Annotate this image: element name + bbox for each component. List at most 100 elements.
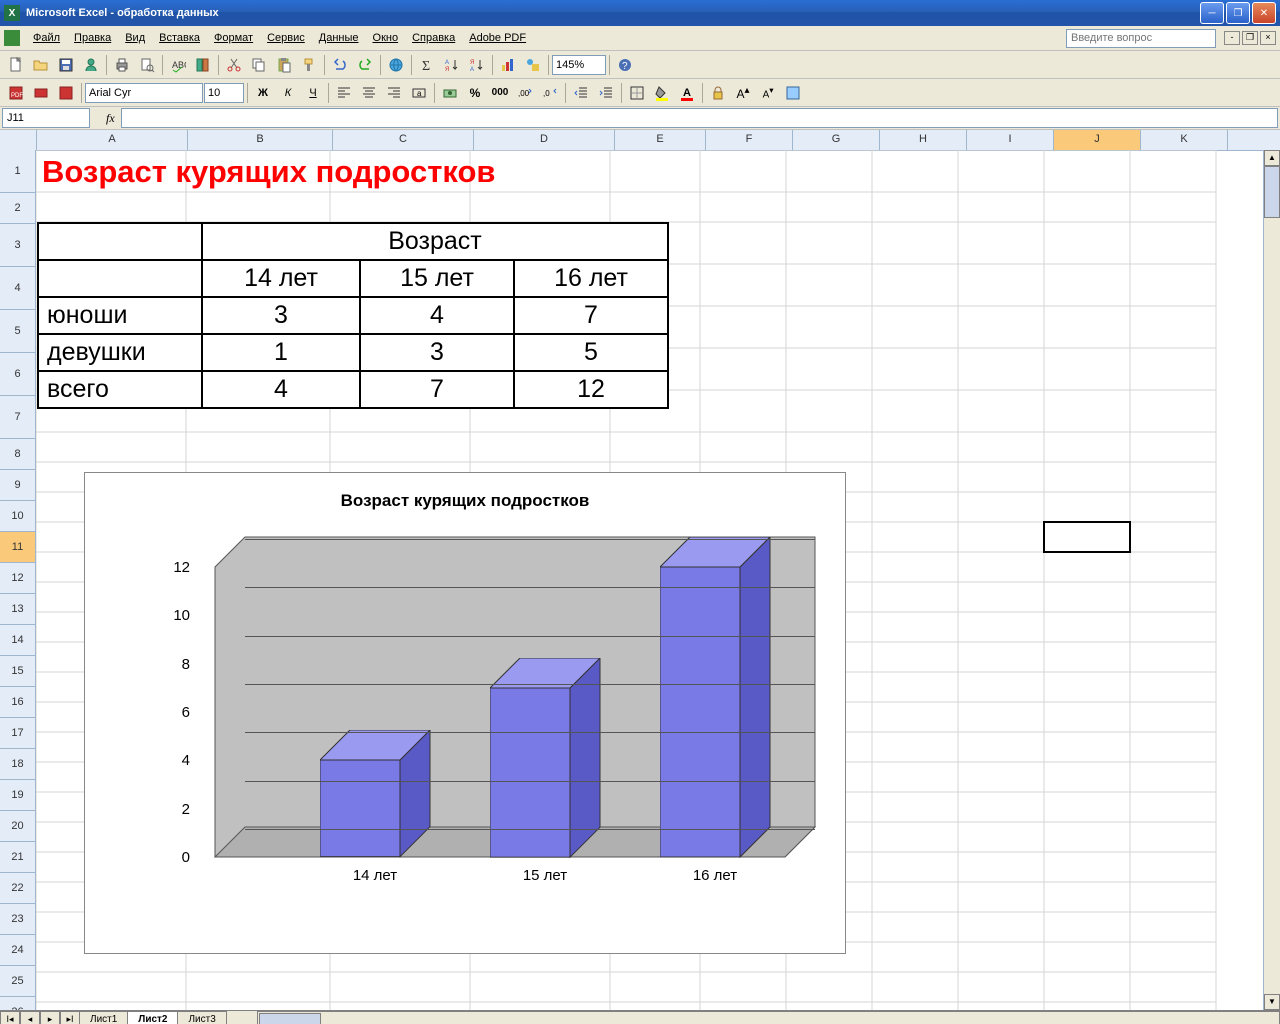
col-header-G[interactable]: G	[793, 130, 880, 150]
tab-next-button[interactable]: ▸	[40, 1011, 60, 1024]
menu-edit[interactable]: Правка	[67, 30, 118, 46]
tab-last-button[interactable]: ▸I	[60, 1011, 80, 1024]
currency-button[interactable]	[438, 81, 462, 105]
formula-input[interactable]	[121, 108, 1278, 128]
row-header-9[interactable]: 9	[0, 470, 36, 501]
row-header-8[interactable]: 8	[0, 439, 36, 470]
row-header-15[interactable]: 15	[0, 656, 36, 687]
pdf-convert-button[interactable]: PDF	[4, 81, 28, 105]
scroll-up-icon[interactable]: ▲	[1264, 150, 1280, 166]
help-button[interactable]: ?	[613, 53, 637, 77]
font-size-input[interactable]	[204, 83, 244, 103]
comma-button[interactable]: 000	[488, 81, 512, 105]
col-header-H[interactable]: H	[880, 130, 967, 150]
chart-bar[interactable]	[320, 730, 432, 859]
tab-first-button[interactable]: I◂	[0, 1011, 20, 1024]
hyperlink-button[interactable]	[384, 53, 408, 77]
autosum-button[interactable]: Σ	[415, 53, 439, 77]
decrease-decimal-button[interactable]: ,0	[538, 81, 562, 105]
redo-button[interactable]	[353, 53, 377, 77]
row-header-5[interactable]: 5	[0, 310, 36, 353]
chart-bar[interactable]	[660, 537, 772, 859]
menu-tools[interactable]: Сервис	[260, 30, 312, 46]
undo-button[interactable]	[328, 53, 352, 77]
menu-view[interactable]: Вид	[118, 30, 152, 46]
embedded-chart[interactable]: Возраст курящих подростков 024681012 14 …	[84, 472, 846, 954]
spelling-button[interactable]: ABC	[166, 53, 190, 77]
close-button[interactable]: ✕	[1252, 2, 1276, 24]
print-button[interactable]	[110, 53, 134, 77]
paste-button[interactable]	[272, 53, 296, 77]
row-header-22[interactable]: 22	[0, 873, 36, 904]
increase-indent-button[interactable]	[594, 81, 618, 105]
font-name-input[interactable]	[85, 83, 203, 103]
menu-help[interactable]: Справка	[405, 30, 462, 46]
cut-button[interactable]	[222, 53, 246, 77]
decrease-indent-button[interactable]	[569, 81, 593, 105]
scroll-down-icon[interactable]: ▼	[1264, 994, 1280, 1010]
row-header-4[interactable]: 4	[0, 267, 36, 310]
decrease-font-button[interactable]: A▾	[756, 81, 780, 105]
fx-icon[interactable]: fx	[106, 111, 115, 126]
menu-file[interactable]: Файл	[26, 30, 67, 46]
row-header-3[interactable]: 3	[0, 224, 36, 267]
sheet-tab-3[interactable]: Лист3	[177, 1011, 226, 1024]
row-header-26[interactable]: 26	[0, 997, 36, 1010]
row-header-1[interactable]: 1	[0, 150, 36, 193]
row-header-20[interactable]: 20	[0, 811, 36, 842]
autoformat-button[interactable]	[781, 81, 805, 105]
increase-decimal-button[interactable]: ,00	[513, 81, 537, 105]
copy-button[interactable]	[247, 53, 271, 77]
col-header-K[interactable]: K	[1141, 130, 1228, 150]
sheet-tab-1[interactable]: Лист1	[79, 1011, 128, 1024]
underline-button[interactable]: Ч	[301, 81, 325, 105]
minimize-button[interactable]: ─	[1200, 2, 1224, 24]
drawing-button[interactable]	[521, 53, 545, 77]
restore-button[interactable]: ❐	[1226, 2, 1250, 24]
vertical-scrollbar[interactable]: ▲ ▼	[1263, 150, 1280, 1010]
row-header-11[interactable]: 11	[0, 532, 36, 563]
security-button[interactable]	[706, 81, 730, 105]
row-header-2[interactable]: 2	[0, 193, 36, 224]
pdf-review-button[interactable]	[54, 81, 78, 105]
row-header-25[interactable]: 25	[0, 966, 36, 997]
menu-data[interactable]: Данные	[312, 30, 366, 46]
horizontal-scrollbar[interactable]	[257, 1011, 1280, 1024]
worksheet-grid[interactable]: ABCDEFGHIJK 1234567891011121314151617181…	[0, 130, 1280, 1010]
align-left-button[interactable]	[332, 81, 356, 105]
open-button[interactable]	[29, 53, 53, 77]
title-cell[interactable]: Возраст курящих подростков	[42, 154, 495, 190]
col-header-D[interactable]: D	[474, 130, 615, 150]
menu-insert[interactable]: Вставка	[152, 30, 207, 46]
research-button[interactable]	[191, 53, 215, 77]
font-color-button[interactable]: A	[675, 81, 699, 105]
merge-center-button[interactable]: a	[407, 81, 431, 105]
row-header-7[interactable]: 7	[0, 396, 36, 439]
bold-button[interactable]: Ж	[251, 81, 275, 105]
print-preview-button[interactable]	[135, 53, 159, 77]
sort-asc-button[interactable]: AЯ	[440, 53, 464, 77]
fill-color-button[interactable]	[650, 81, 674, 105]
pdf-email-button[interactable]	[29, 81, 53, 105]
chart-wizard-button[interactable]	[496, 53, 520, 77]
row-header-17[interactable]: 17	[0, 718, 36, 749]
doc-restore-button[interactable]: ❐	[1242, 31, 1258, 45]
row-header-24[interactable]: 24	[0, 935, 36, 966]
tab-prev-button[interactable]: ◂	[20, 1011, 40, 1024]
italic-button[interactable]: К	[276, 81, 300, 105]
col-header-I[interactable]: I	[967, 130, 1054, 150]
name-box[interactable]: J11	[2, 108, 90, 128]
select-all-corner[interactable]	[0, 130, 37, 150]
workbook-icon[interactable]	[4, 30, 20, 46]
data-table[interactable]: Возраст 14 лет 15 лет 16 лет юноши347 де…	[37, 222, 669, 409]
vertical-scroll-thumb[interactable]	[1264, 166, 1280, 218]
row-header-12[interactable]: 12	[0, 563, 36, 594]
col-header-E[interactable]: E	[615, 130, 706, 150]
row-header-21[interactable]: 21	[0, 842, 36, 873]
doc-close-button[interactable]: ×	[1260, 31, 1276, 45]
sort-desc-button[interactable]: ЯA	[465, 53, 489, 77]
col-header-F[interactable]: F	[706, 130, 793, 150]
sheet-tab-2[interactable]: Лист2	[127, 1011, 178, 1024]
col-header-B[interactable]: B	[188, 130, 333, 150]
row-header-10[interactable]: 10	[0, 501, 36, 532]
